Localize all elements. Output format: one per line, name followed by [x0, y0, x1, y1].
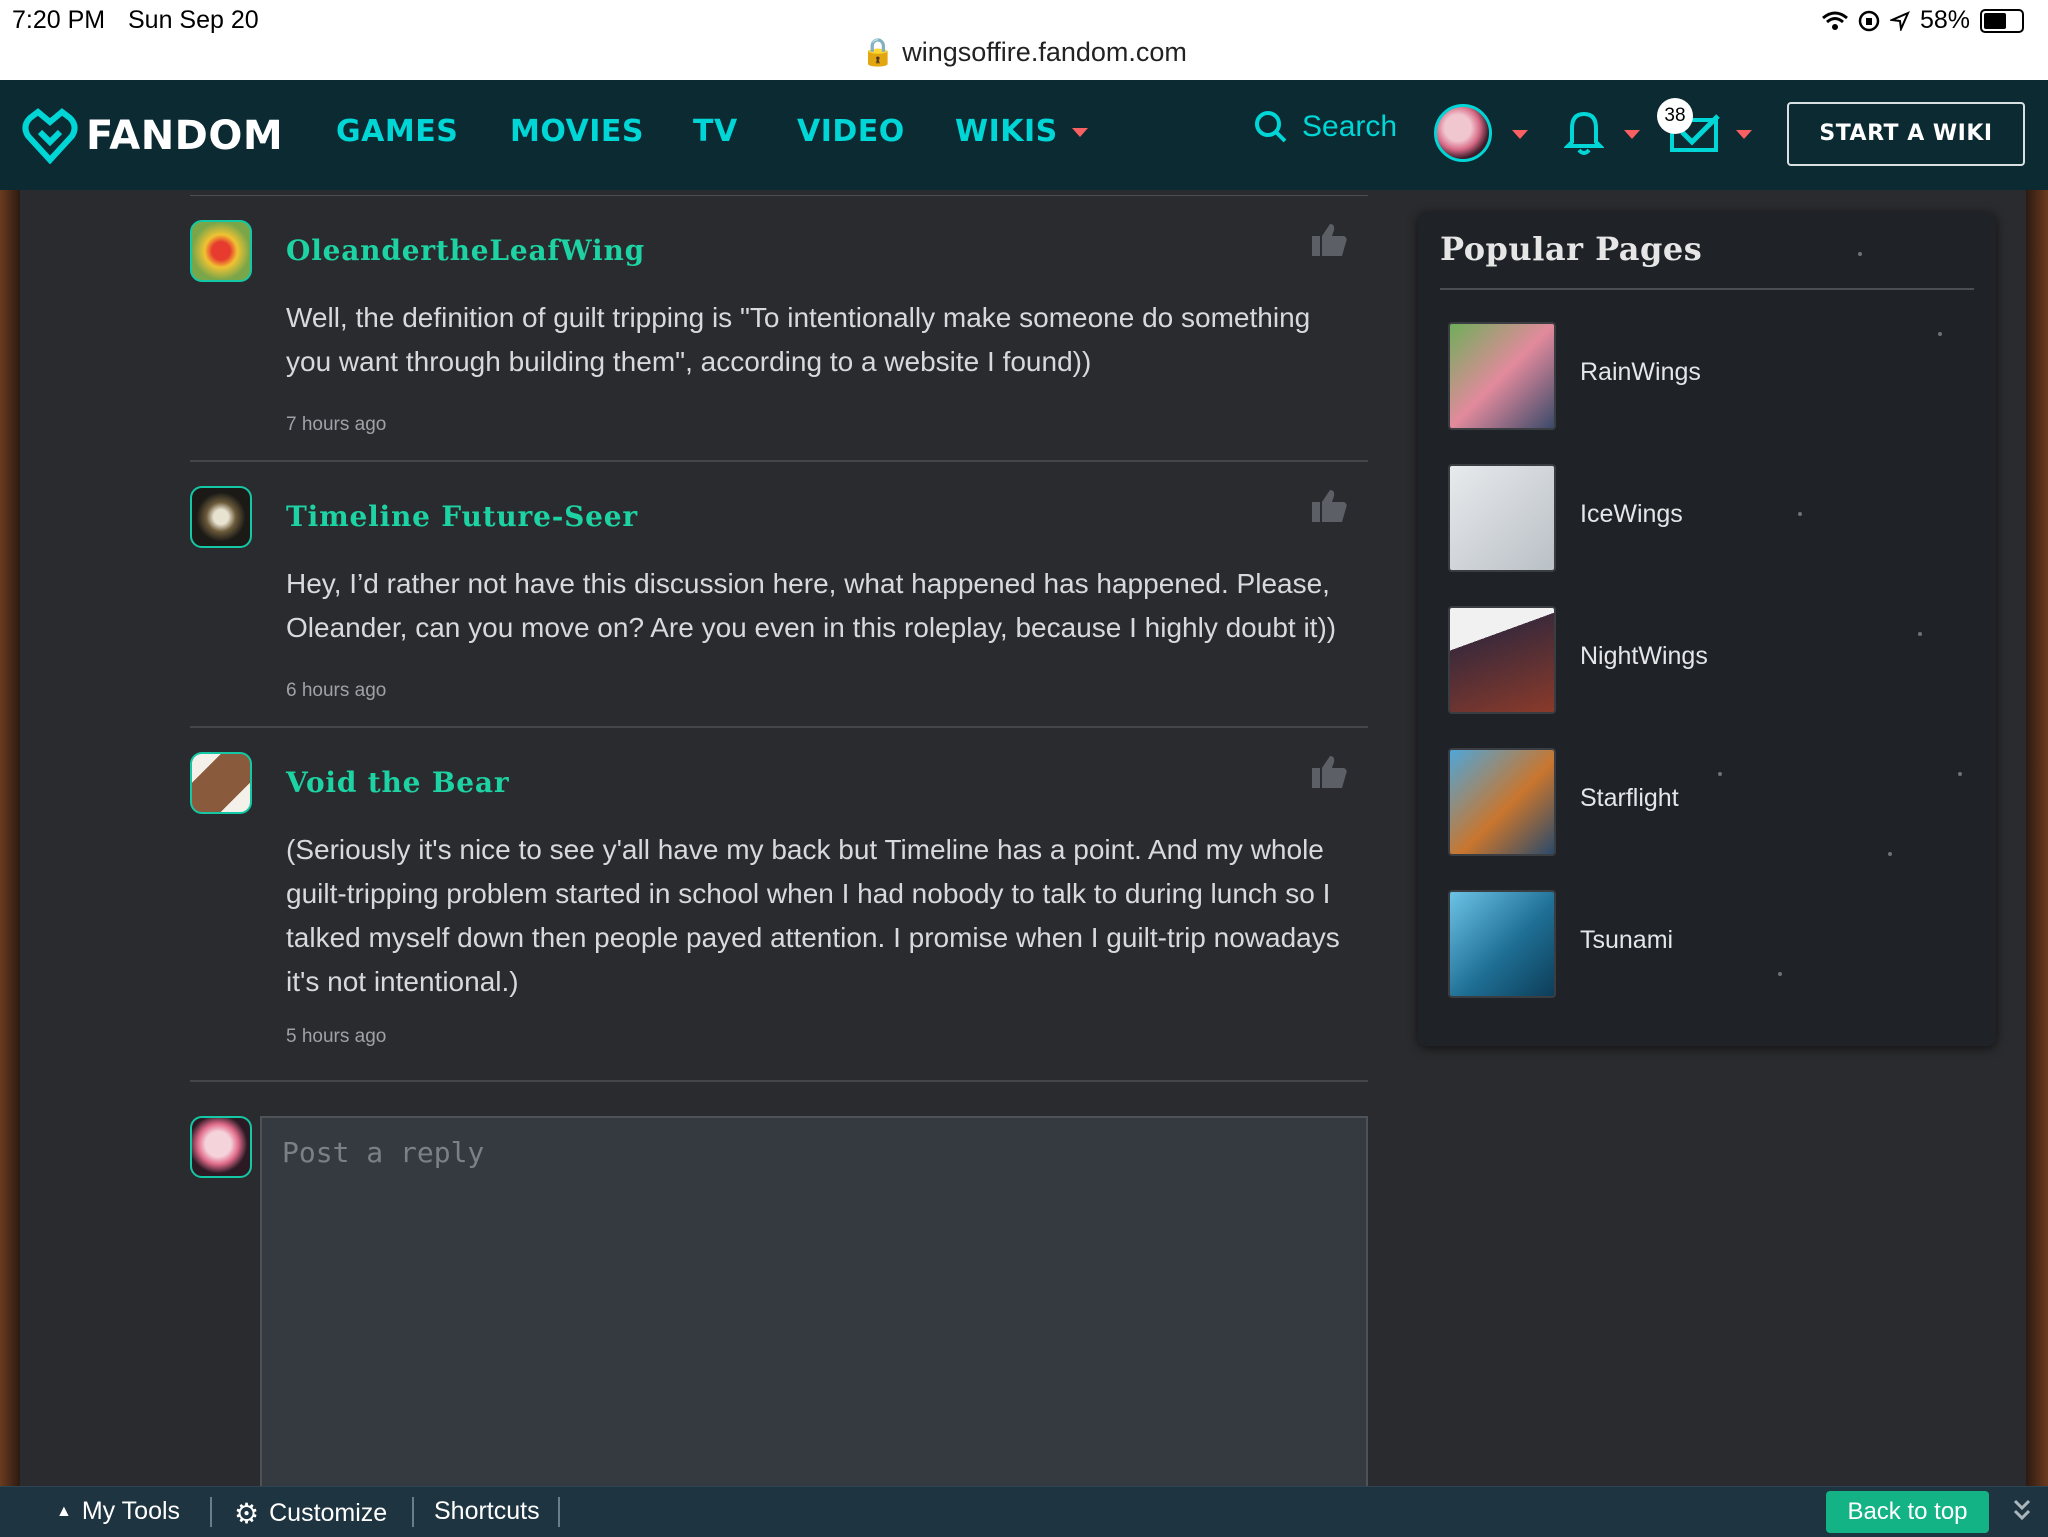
logo-text: FANDOM	[86, 113, 284, 159]
search-label: Search	[1302, 110, 1398, 143]
popular-page-item[interactable]: IceWings	[1448, 464, 1968, 574]
wifi-icon	[1821, 11, 1848, 30]
my-tools-label: My Tools	[81, 1497, 181, 1525]
fandom-nav-bar: FANDOM GAMES MOVIES TV VIDEO WIKIS Searc…	[0, 80, 2048, 190]
search-icon	[1255, 111, 1287, 143]
page-thumbnail	[1448, 322, 1556, 430]
nav-video[interactable]: VIDEO	[797, 114, 905, 149]
bell-chevron-down-icon[interactable]	[1624, 130, 1640, 139]
comment-avatar[interactable]	[190, 752, 252, 814]
comment-timestamp: 5 hours ago	[286, 1026, 387, 1047]
reply-textarea[interactable]: Post a reply	[260, 1116, 1368, 1496]
customize-label: Customize	[269, 1499, 388, 1527]
comment-avatar[interactable]	[190, 220, 252, 282]
toolbar-separator	[558, 1497, 560, 1527]
popular-pages-divider	[1440, 288, 1974, 290]
status-time: 7:20 PM	[12, 6, 106, 34]
fandom-heart-icon	[22, 108, 78, 164]
comment-timestamp: 6 hours ago	[286, 680, 387, 701]
message-count-badge: 38	[1657, 98, 1693, 134]
battery-icon	[1980, 8, 2024, 33]
avatar-chevron-down-icon[interactable]	[1512, 130, 1528, 139]
toolbar-separator	[210, 1497, 212, 1527]
nav-wikis-label: WIKIS	[955, 114, 1058, 149]
comment-item: Timeline Future-Seer Hey, I’d rather not…	[190, 462, 1368, 728]
comment-author[interactable]: OleandertheLeafWing	[286, 234, 645, 267]
toolbar-separator	[412, 1497, 414, 1527]
location-icon	[1889, 10, 1910, 31]
like-thumb-icon[interactable]	[1310, 222, 1348, 258]
collapse-chevron-icon[interactable]	[2012, 1497, 2032, 1523]
comment-text: Well, the definition of guilt tripping i…	[286, 302, 1311, 377]
status-indicators: 58%	[1821, 6, 2024, 35]
left-page-gutter	[0, 190, 20, 1486]
nav-movies[interactable]: MOVIES	[510, 114, 644, 149]
nav-tv[interactable]: TV	[693, 114, 738, 149]
popular-pages-title: Popular Pages	[1440, 230, 1703, 268]
comment-author[interactable]: Void the Bear	[286, 766, 509, 799]
comment-timestamp: 7 hours ago	[286, 414, 387, 435]
shortcuts-label: Shortcuts	[434, 1497, 540, 1525]
mail-chevron-down-icon[interactable]	[1736, 130, 1752, 139]
url-bar[interactable]: 🔒 wingsoffire.fandom.com	[0, 36, 2048, 68]
right-page-gutter	[2026, 190, 2048, 1486]
popular-page-label[interactable]: Starflight	[1580, 784, 1679, 813]
battery-percent: 58%	[1919, 6, 1970, 34]
caret-up-icon: ▲	[56, 1502, 72, 1520]
customize-button[interactable]: ⚙ Customize	[234, 1497, 387, 1530]
page-thumbnail	[1448, 748, 1556, 856]
lock-icon: 🔒	[861, 37, 895, 67]
popular-page-item[interactable]: Starflight	[1448, 748, 1968, 858]
shortcuts-button[interactable]: Shortcuts	[434, 1497, 540, 1526]
popular-page-item[interactable]: Tsunami	[1448, 890, 1968, 1000]
reply-user-avatar	[190, 1116, 252, 1178]
comment-avatar[interactable]	[190, 486, 252, 548]
ios-status-bar: 7:20 PM Sun Sep 20 58% 🔒 wingsoffire.fan…	[0, 0, 2048, 80]
user-avatar[interactable]	[1434, 104, 1492, 162]
popular-page-label[interactable]: IceWings	[1580, 500, 1683, 529]
comment-text: Hey, I’d rather not have this discussion…	[286, 568, 1337, 643]
page-thumbnail	[1448, 890, 1556, 998]
nav-wikis[interactable]: WIKIS	[955, 114, 1088, 149]
reply-placeholder: Post a reply	[282, 1136, 485, 1169]
comment-author[interactable]: Timeline Future-Seer	[286, 500, 638, 533]
popular-pages-panel: Popular Pages RainWings IceWings NightWi…	[1418, 212, 1996, 1046]
bell-icon	[1563, 111, 1605, 155]
gear-icon: ⚙	[234, 1498, 260, 1529]
popular-page-item[interactable]: RainWings	[1448, 322, 1968, 432]
nav-search[interactable]: Search	[1254, 110, 1397, 144]
chevron-down-icon	[1071, 128, 1088, 137]
comment-item: Void the Bear (Seriously it's nice to se…	[190, 728, 1368, 1082]
start-a-wiki-button[interactable]: START A WIKI	[1787, 102, 2025, 166]
notifications-bell[interactable]	[1563, 108, 1605, 161]
nav-games[interactable]: GAMES	[336, 114, 458, 149]
popular-page-label[interactable]: RainWings	[1580, 358, 1701, 387]
decorative-star	[1858, 252, 1862, 256]
url-text: wingsoffire.fandom.com	[902, 37, 1187, 67]
comment-item: OleandertheLeafWing Well, the definition…	[190, 196, 1368, 462]
orientation-lock-icon	[1858, 10, 1880, 31]
popular-page-label[interactable]: Tsunami	[1580, 926, 1673, 955]
wiki-toolbar: ▲ My Tools ⚙ Customize Shortcuts Back to…	[0, 1486, 2048, 1537]
back-to-top-button[interactable]: Back to top	[1826, 1491, 1989, 1533]
status-date: Sun Sep 20	[128, 6, 259, 34]
comment-text: (Seriously it's nice to see y'all have m…	[286, 834, 1340, 997]
like-thumb-icon[interactable]	[1310, 488, 1348, 524]
popular-page-label[interactable]: NightWings	[1580, 642, 1708, 671]
like-thumb-icon[interactable]	[1310, 754, 1348, 790]
popular-page-item[interactable]: NightWings	[1448, 606, 1968, 716]
my-tools-button[interactable]: ▲ My Tools	[56, 1497, 180, 1526]
page-thumbnail	[1448, 606, 1556, 714]
fandom-logo[interactable]: FANDOM	[22, 108, 283, 164]
page-thumbnail	[1448, 464, 1556, 572]
